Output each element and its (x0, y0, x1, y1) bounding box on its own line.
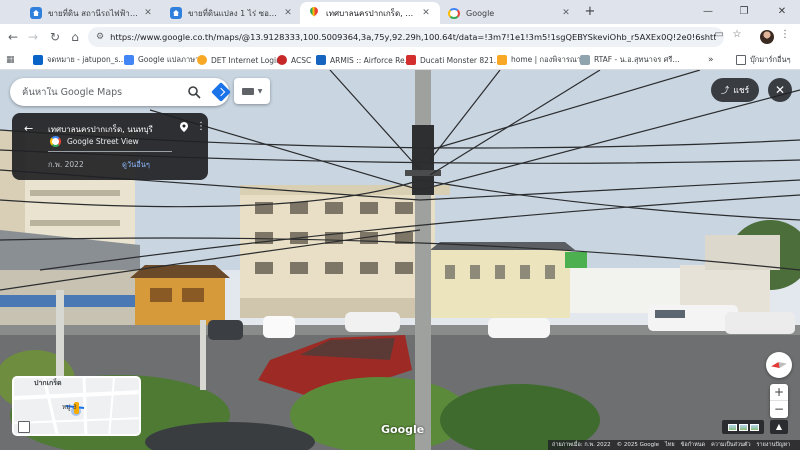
mini-map[interactable]: ปากเกร็ด หมู่ 3 (12, 376, 141, 436)
footer-capture-date: ถ่ายภาพเมื่อ: ก.พ. 2022 (552, 442, 611, 448)
caret-down-icon: ▼ (257, 87, 263, 95)
map-layer-thumbnail (727, 423, 737, 431)
layers-button[interactable] (722, 420, 764, 434)
zoom-controls: + − (770, 384, 788, 418)
compass-icon[interactable] (766, 352, 792, 378)
divider (48, 151, 172, 152)
zoom-in-button[interactable]: + (770, 384, 788, 401)
maps-search-input[interactable] (22, 86, 172, 98)
keyboard-icon (241, 87, 254, 95)
bookmark-mail[interactable]: จดหมาย - jatupon_s... (33, 53, 126, 67)
det-icon (197, 55, 207, 65)
search-icon[interactable] (187, 85, 201, 99)
window-close-button[interactable]: ✕ (770, 3, 794, 21)
zoom-out-button[interactable]: − (770, 401, 788, 418)
cast-icon[interactable]: ▭ (712, 28, 726, 42)
tab-land-sale-2[interactable]: ขายที่ดินแปลง 1 ไร่ ซอยแจ้งวัฒนะ-ปากเกร็… (162, 2, 302, 24)
tab-land-sale-1[interactable]: ขายที่ดิน สถานีรถไฟฟ้าแยกปากเกร็ด ✕ (22, 2, 162, 24)
url-text[interactable]: https://www.google.co.th/maps/@13.912833… (110, 32, 716, 42)
expand-up-icon[interactable]: ▲ (770, 420, 788, 434)
bookmark-det-login[interactable]: DET Internet Login (197, 53, 281, 67)
tab-title: เทศบาลนครปากเกร็ด, นนทบุรี - Google Maps (326, 8, 416, 18)
house-icon (30, 7, 42, 19)
ducati-icon (406, 55, 416, 65)
bookmark-home[interactable]: home | กองพิจารณาฯ (497, 53, 585, 67)
back-arrow-icon[interactable]: ← (24, 122, 33, 135)
site-info-icon[interactable]: ⚙ (96, 32, 104, 42)
see-more-dates-link[interactable]: ดูวันอื่นๆ (122, 159, 150, 171)
mini-map-road-label: หมู่ 3 (62, 403, 77, 411)
back-button[interactable]: ← (4, 28, 22, 46)
service-name: Google Street View (67, 137, 139, 146)
tab-google-maps[interactable]: เทศบาลนครปากเกร็ด, นนทบุรี - Google Maps… (300, 2, 440, 24)
address-bar[interactable]: ⚙ https://www.google.co.th/maps/@13.9128… (88, 27, 724, 47)
home-hand-icon (497, 55, 507, 65)
share-label: แชร์ (733, 86, 750, 96)
profile-avatar[interactable] (760, 30, 774, 44)
map-layer-thumbnail (738, 423, 748, 431)
maps-search-box (10, 78, 231, 106)
browser-menu-icon[interactable]: ⋮ (778, 28, 792, 42)
expand-map-icon[interactable] (18, 421, 30, 433)
tab-title: ขายที่ดินแปลง 1 ไร่ ซอยแจ้งวัฒนะ-ปากเกร็… (188, 8, 278, 18)
input-tools-button[interactable]: ▼ (234, 78, 270, 104)
restore-button[interactable]: ❐ (732, 3, 756, 21)
browser-toolbar: ← → ↻ ⌂ ⚙ https://www.google.co.th/maps/… (0, 24, 800, 50)
bookmark-star-icon[interactable]: ☆ (730, 28, 744, 42)
footer-language[interactable]: ไทย (665, 441, 675, 449)
acsc-icon (277, 55, 287, 65)
tab-title: Google (466, 8, 495, 18)
outlook-icon (33, 55, 43, 65)
bookmark-translate[interactable]: Google แปลภาษา (124, 53, 199, 67)
google-icon (448, 7, 460, 19)
map-layer-thumbnail (749, 423, 759, 431)
close-street-view-button[interactable]: ✕ (768, 78, 792, 102)
apps-grid-icon[interactable]: ▦ (6, 53, 15, 67)
new-tab-button[interactable]: + (582, 4, 598, 20)
tab-close-icon[interactable]: ✕ (142, 8, 154, 18)
bookmark-ducati[interactable]: Ducati Monster 821... (406, 53, 501, 67)
footer-terms[interactable]: ข้อกำหนด (681, 441, 705, 449)
minimize-button[interactable]: — (696, 3, 720, 21)
forward-button[interactable]: → (24, 28, 42, 46)
tab-strip: ขายที่ดิน สถานีรถไฟฟ้าแยกปากเกร็ด ✕ ขายท… (0, 0, 800, 24)
tab-close-icon[interactable]: ✕ (282, 8, 294, 18)
footer-copyright: © 2025 Google (616, 442, 659, 448)
tab-google[interactable]: Google ✕ (440, 2, 580, 24)
armis-icon (316, 55, 326, 65)
reload-button[interactable]: ↻ (46, 28, 64, 46)
rtaf-icon (580, 55, 590, 65)
more-options-icon[interactable]: ⋮ (196, 121, 206, 132)
footer-report[interactable]: รายงานปัญหา (757, 441, 791, 449)
google-maps-icon (308, 7, 320, 19)
google-logo-icon (50, 136, 61, 147)
google-watermark: Google (381, 423, 425, 436)
footer-privacy[interactable]: ความเป็นส่วนตัว (711, 441, 750, 449)
bookmark-rtaf[interactable]: RTAF - น.อ.สุทนาจร ศรี... (580, 53, 680, 67)
browser-window: ขายที่ดิน สถานีรถไฟฟ้าแยกปากเกร็ด ✕ ขายท… (0, 0, 800, 450)
street-view-info-card: ← เทศบาลนครปากเกร็ด, นนทบุรี ⋮ Google St… (12, 113, 208, 180)
capture-date: ก.พ. 2022 (48, 160, 84, 169)
location-pin-icon[interactable] (180, 122, 188, 132)
house-icon (170, 7, 182, 19)
tab-close-icon[interactable]: ✕ (560, 8, 572, 18)
tab-close-icon[interactable]: ✕ (420, 8, 432, 18)
translate-icon (124, 55, 134, 65)
folder-icon (736, 55, 746, 65)
map-footer: ถ่ายภาพเมื่อ: ก.พ. 2022 © 2025 Google ไท… (548, 440, 800, 450)
tab-title: ขายที่ดิน สถานีรถไฟฟ้าแยกปากเกร็ด (48, 8, 138, 18)
location-title[interactable]: เทศบาลนครปากเกร็ด, นนทบุรี (48, 123, 172, 136)
bookmark-armis[interactable]: ARMIS :: Airforce Re... (316, 53, 412, 67)
bookmark-acsc[interactable]: ACSC (277, 53, 311, 67)
mini-map-area-label: ปากเกร็ด (34, 379, 62, 387)
home-button[interactable]: ⌂ (66, 28, 84, 46)
bookmarks-overflow-button[interactable]: » (708, 53, 714, 67)
share-button[interactable]: ⤴ แชร์ (711, 78, 759, 102)
share-icon: ⤴ (720, 86, 730, 96)
other-bookmarks-folder[interactable]: บุ๊กมาร์กอื่นๆ (736, 53, 791, 67)
bookmarks-bar: ▦ จดหมาย - jatupon_s... Google แปลภาษา D… (0, 50, 800, 70)
